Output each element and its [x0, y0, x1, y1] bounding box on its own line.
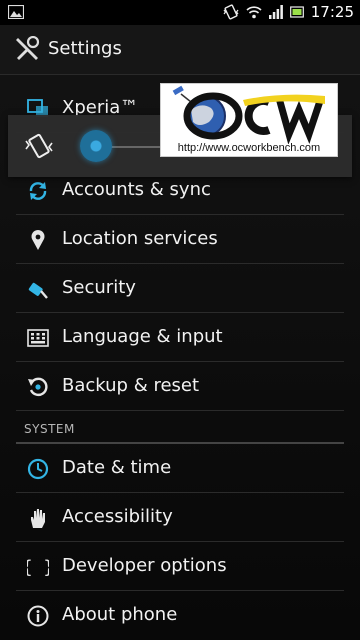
signal-icon	[268, 5, 283, 19]
location-pin-icon	[26, 228, 50, 252]
list-item-label: Date & time	[62, 457, 172, 478]
list-item-developer-options[interactable]: { } Developer options	[16, 543, 344, 591]
ocw-logo	[172, 85, 325, 145]
list-item-date-time[interactable]: Date & time	[16, 445, 344, 493]
section-header-system: SYSTEM	[16, 412, 344, 444]
hand-icon	[26, 506, 50, 530]
list-item-label: About phone	[62, 604, 178, 625]
gallery-icon	[7, 4, 25, 20]
list-item-label: Accessibility	[62, 506, 173, 527]
wifi-icon	[246, 6, 262, 19]
list-item-label: Developer options	[62, 555, 227, 576]
info-icon	[26, 604, 50, 628]
list-item-location-services[interactable]: Location services	[16, 216, 344, 264]
list-item-about-phone[interactable]: About phone	[16, 592, 344, 640]
sync-icon	[26, 179, 50, 203]
list-item-label: Language & input	[62, 326, 223, 347]
volume-slider-thumb[interactable]	[80, 130, 112, 162]
svg-text:{ }: { }	[27, 557, 49, 578]
section-header-label: SYSTEM	[24, 422, 75, 436]
list-item-label: Backup & reset	[62, 375, 200, 396]
keyboard-icon	[26, 326, 50, 350]
list-item-accessibility[interactable]: Accessibility	[16, 494, 344, 542]
status-bar: 17:25	[0, 0, 360, 25]
list-item-backup-reset[interactable]: Backup & reset	[16, 363, 344, 411]
list-item-language-input[interactable]: Language & input	[16, 314, 344, 362]
action-bar: Settings	[0, 25, 360, 75]
lock-icon	[26, 277, 50, 301]
list-item-label: Location services	[62, 228, 218, 249]
watermark-logo: http://www.ocworkbench.com	[160, 83, 338, 157]
vibrate-icon[interactable]	[24, 131, 54, 161]
wrench-screwdriver-icon[interactable]	[14, 36, 40, 62]
list-item-security[interactable]: Security	[16, 265, 344, 313]
list-item-label: Security	[62, 277, 136, 298]
braces-icon: { }	[26, 555, 50, 579]
battery-icon	[289, 6, 304, 18]
backup-icon	[26, 375, 50, 399]
page-title: Settings	[48, 38, 122, 59]
status-time: 17:25	[310, 3, 354, 21]
watermark-url: http://www.ocworkbench.com	[177, 142, 321, 154]
list-item-label: Accounts & sync	[62, 179, 211, 200]
vibrate-icon	[223, 4, 239, 20]
clock-icon	[26, 457, 50, 481]
